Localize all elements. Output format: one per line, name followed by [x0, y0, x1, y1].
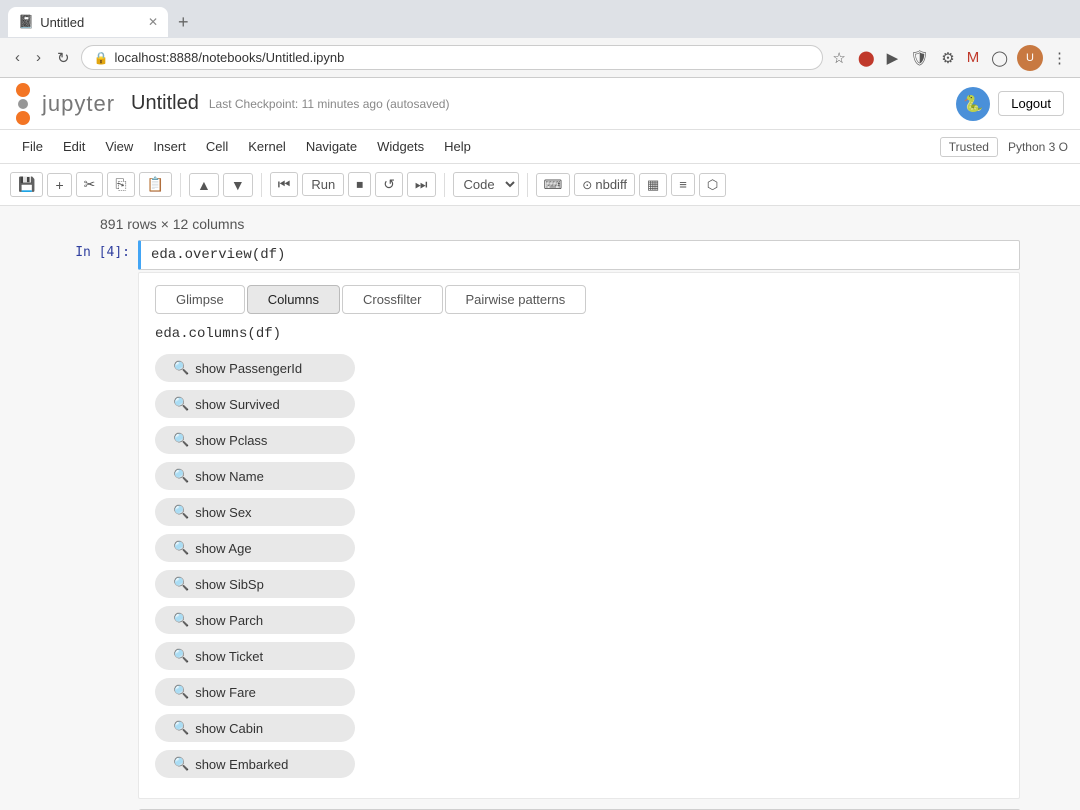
reload-button[interactable]: ↻	[52, 47, 75, 69]
rows-info: 891 rows × 12 columns	[60, 216, 1020, 240]
col-btn-survived[interactable]: 🔍show Survived	[155, 390, 355, 418]
extension-icon2[interactable]: ▶	[884, 46, 902, 70]
extension-icon3[interactable]: 🛡	[907, 46, 932, 70]
notebook-content: 891 rows × 12 columns In [4]: eda.overvi…	[0, 206, 1080, 810]
bookmark-icon[interactable]: ☆	[829, 46, 848, 70]
nbdiff-button[interactable]: ⊙ nbdiff	[574, 173, 635, 196]
tab-columns[interactable]: Columns	[247, 285, 340, 314]
separator4	[527, 173, 528, 197]
output-tabs: Glimpse Columns Crossfilter Pairwise pat…	[155, 285, 1003, 314]
interrupt-button[interactable]: ⏹	[348, 172, 371, 197]
cell-4-output: Glimpse Columns Crossfilter Pairwise pat…	[138, 272, 1020, 799]
restart-run-button[interactable]: ⏭	[407, 172, 436, 197]
forward-button[interactable]: ›	[31, 47, 46, 68]
col-btn-sex[interactable]: 🔍show Sex	[155, 498, 355, 526]
extension-icon5[interactable]: M	[964, 46, 983, 69]
menu-widgets[interactable]: Widgets	[367, 135, 434, 158]
move-down-button[interactable]: ▼	[223, 173, 253, 197]
menu-bar: File Edit View Insert Cell Kernel Naviga…	[0, 130, 1080, 164]
separator1	[180, 173, 181, 197]
col-code: eda.columns(df)	[155, 326, 1003, 342]
trusted-badge: Trusted	[940, 137, 998, 157]
jupyter-header: jupyter Untitled Last Checkpoint: 11 min…	[0, 78, 1080, 130]
menu-view[interactable]: View	[95, 135, 143, 158]
address-bar[interactable]: 🔒 localhost:8888/notebooks/Untitled.ipyn…	[81, 45, 824, 70]
tab-favicon: 📓	[18, 14, 34, 30]
menu-edit[interactable]: Edit	[53, 135, 95, 158]
add-cell-button[interactable]: +	[47, 173, 71, 197]
tab-crossfilter[interactable]: Crossfilter	[342, 285, 443, 314]
active-tab[interactable]: 📓 Untitled ✕	[8, 7, 168, 37]
col-btn-fare[interactable]: 🔍show Fare	[155, 678, 355, 706]
tab-close-button[interactable]: ✕	[148, 15, 158, 29]
new-tab-button[interactable]: +	[172, 10, 195, 35]
separator3	[444, 173, 445, 197]
tab-glimpse[interactable]: Glimpse	[155, 285, 245, 314]
move-up-button[interactable]: ▲	[189, 173, 219, 197]
extension-icon6[interactable]: ◯	[988, 46, 1011, 70]
nbdiff-label: nbdiff	[595, 177, 627, 192]
column-buttons-list: 🔍show PassengerId 🔍show Survived 🔍show Pcl…	[155, 354, 1003, 778]
copy-button[interactable]: ⎘	[107, 172, 134, 197]
menu-file[interactable]: File	[12, 135, 53, 158]
tab-pairwise[interactable]: Pairwise patterns	[445, 285, 587, 314]
col-btn-sibsp[interactable]: 🔍show SibSp	[155, 570, 355, 598]
cell-4: In [4]: eda.overview(df) Glimpse Columns…	[60, 240, 1020, 799]
cell-4-input[interactable]: eda.overview(df)	[138, 240, 1020, 270]
run-button[interactable]: Run	[302, 173, 344, 196]
run-label: Run	[311, 177, 335, 192]
columns-content: eda.columns(df) 🔍show PassengerId 🔍show S…	[155, 326, 1003, 778]
cell-type-select[interactable]: Code	[453, 172, 519, 197]
extension-icon1[interactable]: ⬤	[855, 46, 878, 70]
python-logo: 🐍	[956, 87, 990, 121]
cell-4-prompt: In [4]:	[60, 240, 130, 799]
jupyter-logo-text: jupyter	[42, 91, 115, 117]
toolbar: 💾 + ✂ ⎘ 📋 ▲ ▼ ⏮ Run ⏹ ↺ ⏭ Code ⌨ ⊙ nbdif…	[0, 164, 1080, 206]
chart-button[interactable]: ▦	[639, 173, 667, 197]
list-button[interactable]: ≡	[671, 173, 695, 196]
menu-cell[interactable]: Cell	[196, 135, 238, 158]
menu-kernel[interactable]: Kernel	[238, 135, 296, 158]
kernel-info: Python 3 O	[1008, 140, 1068, 154]
logout-button[interactable]: Logout	[998, 91, 1064, 116]
col-btn-age[interactable]: 🔍show Age	[155, 534, 355, 562]
menu-navigate[interactable]: Navigate	[296, 135, 367, 158]
lock-icon: 🔒	[94, 51, 109, 65]
save-button[interactable]: 💾	[10, 172, 43, 197]
col-btn-pclass[interactable]: 🔍show Pclass	[155, 426, 355, 454]
notebook-title[interactable]: Untitled	[131, 92, 199, 115]
col-btn-passengerid[interactable]: 🔍show PassengerId	[155, 354, 355, 382]
address-text: localhost:8888/notebooks/Untitled.ipynb	[115, 50, 811, 65]
menu-help[interactable]: Help	[434, 135, 481, 158]
menu-dots-icon[interactable]: ⋮	[1049, 46, 1070, 70]
jupyter-logo: jupyter	[16, 83, 115, 125]
cut-button[interactable]: ✂	[76, 172, 104, 197]
col-btn-embarked[interactable]: 🔍show Embarked	[155, 750, 355, 778]
profile-button[interactable]: U	[1017, 45, 1043, 71]
separator2	[261, 173, 262, 197]
keyboard-button[interactable]: ⌨	[536, 173, 571, 197]
tab-title: Untitled	[40, 15, 142, 30]
paste-button[interactable]: 📋	[139, 172, 172, 197]
extension-icon4[interactable]: ⚙	[938, 46, 957, 70]
checkpoint-text: Last Checkpoint: 11 minutes ago (autosav…	[209, 97, 450, 111]
col-btn-cabin[interactable]: 🔍show Cabin	[155, 714, 355, 742]
col-btn-ticket[interactable]: 🔍show Ticket	[155, 642, 355, 670]
menu-insert[interactable]: Insert	[143, 135, 196, 158]
step-prev-button[interactable]: ⏮	[270, 172, 299, 197]
col-btn-name[interactable]: 🔍show Name	[155, 462, 355, 490]
back-button[interactable]: ‹	[10, 47, 25, 68]
jupyter-logo-icon	[16, 83, 30, 125]
share-button[interactable]: ⬡	[699, 173, 726, 197]
col-btn-parch[interactable]: 🔍show Parch	[155, 606, 355, 634]
cell-4-content: eda.overview(df) Glimpse Columns Crossfi…	[138, 240, 1020, 799]
restart-button[interactable]: ↺	[375, 172, 403, 197]
